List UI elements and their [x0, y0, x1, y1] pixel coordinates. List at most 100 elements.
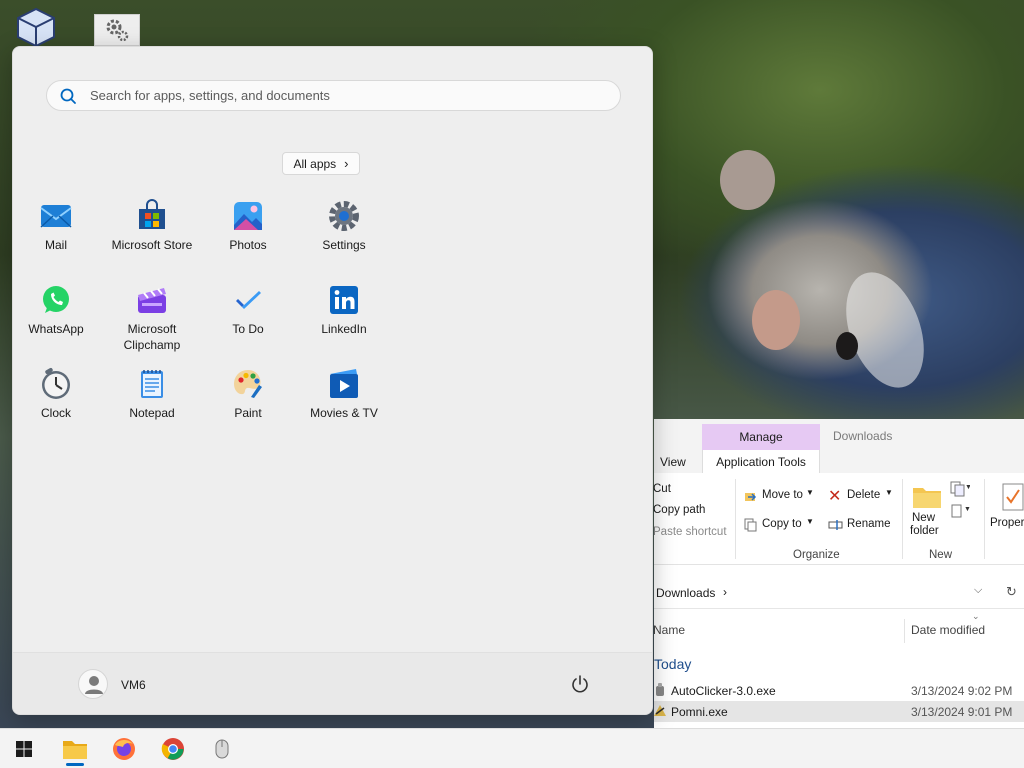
svg-text:▼: ▼ — [965, 484, 970, 491]
app-label: Microsoft Store — [111, 238, 193, 252]
new-group-label: New — [929, 549, 953, 561]
app-label: Paint — [234, 406, 262, 420]
column-header-date-modified[interactable]: Date modified — [911, 623, 985, 637]
pinned-app-whatsapp[interactable]: WhatsApp — [8, 283, 104, 363]
taskbar-chrome[interactable] — [154, 733, 192, 765]
pinned-app-clock[interactable]: Clock — [8, 367, 104, 447]
search-box[interactable] — [46, 80, 621, 111]
new-item-icon: ▼ — [950, 481, 972, 497]
easy-access-button[interactable]: ▼ — [950, 503, 974, 521]
pinned-app-linkedin[interactable]: LinkedIn — [296, 283, 392, 363]
taskbar — [0, 728, 1024, 768]
copy-to-button[interactable]: Copy to ▼ — [744, 516, 816, 534]
delete-button[interactable]: ✕ Delete ▼ — [828, 487, 898, 505]
new-folder-button[interactable]: New folder — [908, 481, 948, 545]
all-apps-label: All apps — [293, 156, 337, 171]
start-button[interactable] — [5, 733, 43, 765]
address-dropdown-icon[interactable]: ⌵ — [974, 584, 982, 597]
easy-access-icon: ▼ — [951, 504, 971, 518]
ribbon-divider — [902, 479, 903, 559]
app-label: Movies & TV — [310, 406, 378, 420]
start-menu-footer: VM6 — [13, 652, 652, 714]
clipchamp-icon — [138, 288, 166, 313]
all-apps-button[interactable]: All apps › — [282, 152, 360, 175]
app-label: Photos — [229, 238, 267, 252]
column-header-name[interactable]: Name — [653, 623, 685, 637]
chevron-down-icon: ▼ — [806, 517, 814, 526]
file-date: 3/13/2024 9:02 PM — [911, 684, 1013, 698]
wallpaper-detail — [836, 332, 858, 360]
breadcrumb-downloads[interactable]: Downloads — [656, 586, 715, 600]
new-folder-label-line1: New — [912, 512, 936, 524]
app-label: Mail — [44, 238, 67, 252]
avatar[interactable] — [78, 669, 108, 699]
file-name: Pomni.exe — [671, 705, 728, 719]
movies-tv-icon — [330, 369, 358, 398]
breadcrumb-chevron-icon: › — [723, 585, 727, 599]
pinned-app-movies-tv[interactable]: Movies & TV — [296, 367, 392, 447]
notepad-icon — [141, 370, 163, 398]
taskbar-mouse-app[interactable] — [203, 733, 241, 765]
pinned-app-paint[interactable]: Paint — [200, 367, 296, 447]
pinned-app-microsoft-store[interactable]: Microsoft Store — [104, 199, 200, 279]
delete-x-icon: ✕ — [828, 488, 842, 505]
app-label: Microsoft Clipchamp — [123, 322, 181, 352]
pinned-app-to-do[interactable]: To Do — [200, 283, 296, 363]
whatsapp-icon — [43, 286, 69, 313]
rename-button[interactable]: Rename — [828, 516, 898, 534]
refresh-icon[interactable]: ↻ — [1006, 584, 1017, 600]
group-header-today: Today — [654, 656, 692, 672]
pinned-app-notepad[interactable]: Notepad — [104, 367, 200, 447]
ribbon-divider — [735, 479, 736, 559]
paint-palette-icon — [234, 370, 262, 398]
file-name: AutoClicker-3.0.exe — [671, 684, 776, 698]
todo-check-icon — [236, 291, 261, 309]
file-row-selected[interactable]: Pomni.exe 3/13/2024 9:01 PM — [654, 701, 1024, 722]
cut-button[interactable]: Cut — [653, 483, 671, 495]
gear-desktop-icon[interactable] — [94, 14, 140, 46]
search-input[interactable] — [90, 81, 610, 110]
chevron-down-icon: ▼ — [806, 488, 814, 497]
file-row[interactable]: AutoClicker-3.0.exe 3/13/2024 9:02 PM — [654, 680, 1024, 701]
user-icon — [85, 676, 103, 694]
rename-icon — [828, 520, 843, 530]
taskbar-firefox[interactable] — [105, 733, 143, 765]
wallpaper-detail — [720, 150, 775, 210]
pinned-app-settings[interactable]: Settings — [296, 199, 392, 279]
taskbar-file-explorer[interactable] — [56, 733, 94, 766]
paste-shortcut-button[interactable]: Paste shortcut — [653, 526, 727, 538]
clock-icon — [42, 368, 70, 399]
address-bar[interactable]: Downloads › ⌵ ↻ — [654, 577, 1024, 609]
organize-group-label: Organize — [793, 549, 840, 561]
app-label: Clock — [40, 406, 71, 420]
tab-application-tools[interactable]: Application Tools — [702, 450, 820, 474]
tab-manage-header: Manage — [702, 424, 820, 450]
move-to-icon — [745, 493, 757, 501]
power-icon[interactable] — [570, 674, 590, 694]
move-to-button[interactable]: Move to ▼ — [744, 487, 816, 505]
ribbon: Cut Copy path Paste shortcut Move to ▼ C… — [653, 473, 1024, 565]
chevron-down-icon: ▼ — [885, 488, 893, 497]
pinned-app-mail[interactable]: Mail — [8, 199, 104, 279]
sort-indicator-icon: ⌄ — [972, 611, 980, 621]
properties-button[interactable]: Proper — [990, 481, 1024, 545]
mail-icon — [40, 205, 72, 228]
app-label: LinkedIn — [321, 322, 367, 336]
user-name[interactable]: VM6 — [121, 678, 146, 692]
pinned-app-photos[interactable]: Photos — [200, 199, 296, 279]
copy-to-icon — [744, 518, 757, 532]
new-folder-label-line2: folder — [910, 525, 939, 537]
move-to-label: Move to — [762, 489, 803, 501]
properties-label: Proper — [990, 517, 1024, 529]
properties-icon — [1002, 483, 1024, 511]
new-item-button[interactable]: ▼ — [950, 481, 974, 499]
firefox-icon — [113, 738, 135, 760]
virtualbox-desktop-icon[interactable] — [14, 6, 58, 48]
pinned-app-microsoft-clipchamp[interactable]: Microsoft Clipchamp — [104, 283, 200, 363]
start-menu: All apps › Mail Microsoft Store Photos — [12, 46, 653, 715]
chevron-right-icon: › — [344, 156, 349, 171]
copy-path-button[interactable]: Copy path — [653, 504, 705, 516]
column-divider — [904, 619, 905, 643]
tab-view[interactable]: View — [660, 455, 686, 469]
app-label: Settings — [322, 238, 366, 252]
